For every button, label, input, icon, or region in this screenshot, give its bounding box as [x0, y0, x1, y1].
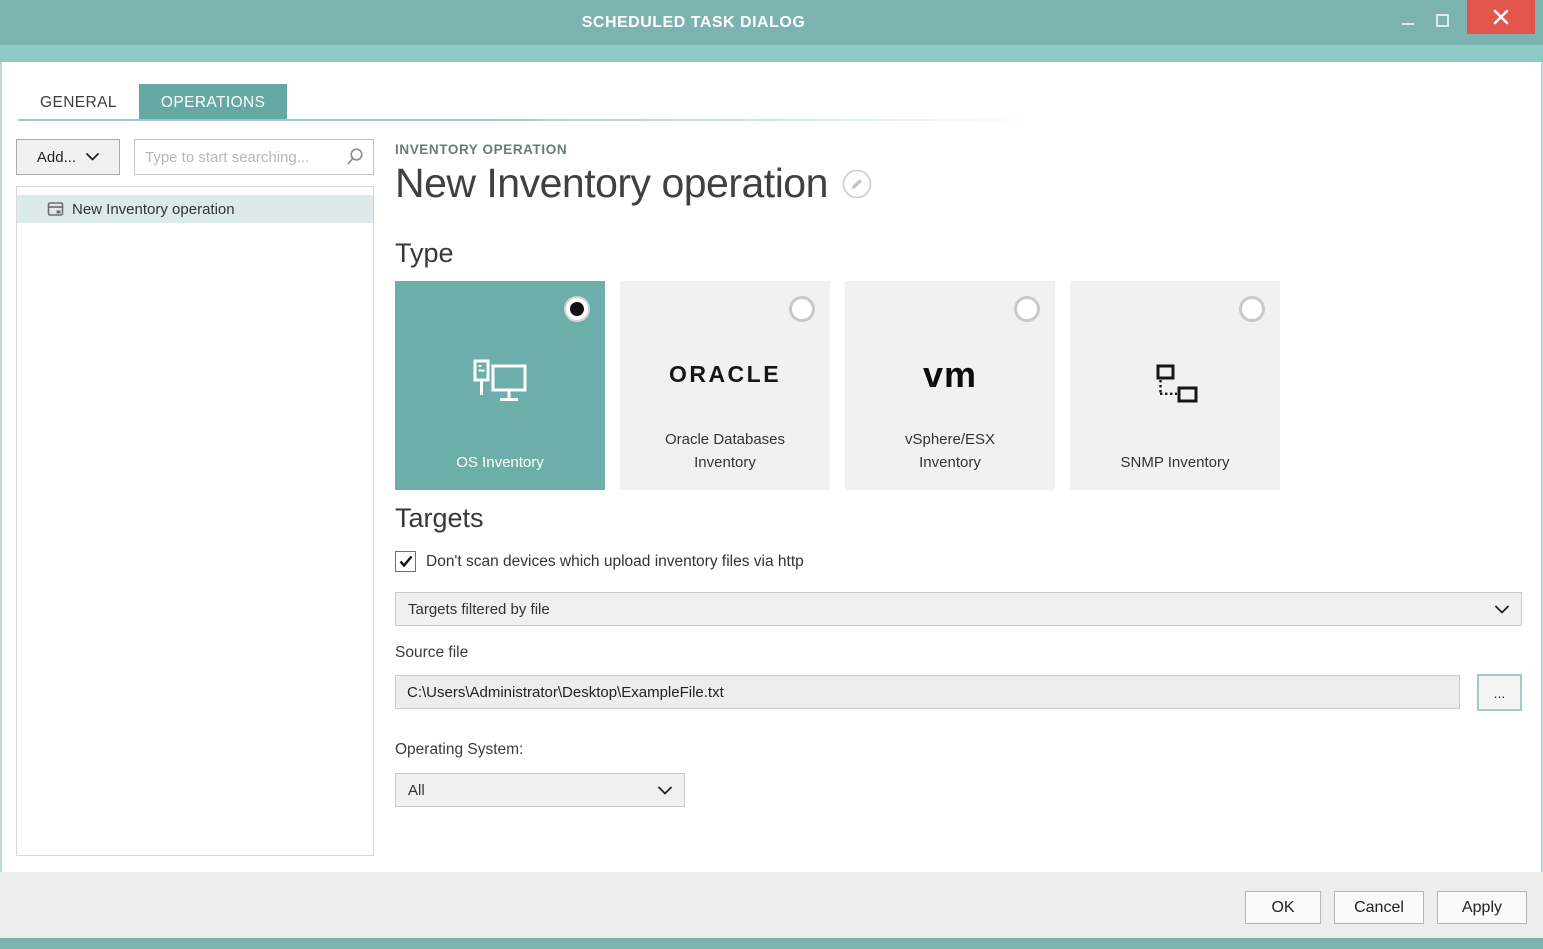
title-row: New Inventory operation — [395, 160, 872, 207]
operating-system-label: Operating System: — [395, 741, 524, 758]
radio-oracle-databases-inventory[interactable] — [789, 296, 815, 322]
section-eyebrow: INVENTORY OPERATION — [395, 142, 568, 157]
page-title: New Inventory operation — [395, 160, 828, 206]
chevron-down-icon — [1495, 605, 1509, 613]
add-button-label: Add... — [36, 148, 77, 166]
edit-icon[interactable] — [842, 169, 872, 199]
minimize-icon — [1402, 23, 1414, 25]
search-box — [134, 139, 374, 175]
type-option-os-inventory[interactable]: OS Inventory — [395, 281, 605, 490]
ok-button[interactable]: OK — [1245, 891, 1321, 924]
targets-section-heading: Targets — [395, 503, 484, 533]
os-inventory-icon — [473, 359, 527, 402]
radio-os-inventory[interactable] — [564, 296, 590, 322]
type-option-snmp-inventory[interactable]: SNMP Inventory — [1070, 281, 1280, 490]
http-upload-checkbox-row: Don't scan devices which upload inventor… — [395, 551, 804, 572]
add-button[interactable]: Add... — [16, 139, 120, 175]
tab-general[interactable]: GENERAL — [18, 84, 139, 121]
chevron-down-icon — [86, 153, 99, 161]
operation-icon — [47, 201, 64, 216]
operations-list-panel: New Inventory operation — [16, 186, 374, 856]
titlebar-accent-strip — [0, 45, 1543, 62]
window-bottom-strip — [0, 938, 1543, 949]
window-controls — [1387, 0, 1543, 45]
footer-bar: OK Cancel Apply — [0, 872, 1543, 938]
type-option-vsphere-esx-inventory[interactable]: vm vSphere/ESX Inventory — [845, 281, 1055, 490]
footer-buttons: OK Cancel Apply — [1245, 891, 1527, 924]
tab-operations[interactable]: OPERATIONS — [138, 84, 288, 121]
minimize-button[interactable] — [1391, 0, 1425, 40]
close-button[interactable] — [1467, 0, 1535, 34]
maximize-button[interactable] — [1425, 0, 1459, 40]
apply-button[interactable]: Apply — [1437, 891, 1527, 924]
search-input[interactable] — [145, 148, 345, 166]
checkmark-icon — [399, 555, 412, 568]
radio-snmp-inventory[interactable] — [1239, 296, 1265, 322]
http-upload-checkbox-label: Don't scan devices which upload inventor… — [426, 552, 804, 570]
oracle-logo: ORACLE — [668, 361, 782, 388]
operating-system-value: All — [408, 781, 425, 799]
tab-underline — [18, 119, 1148, 121]
source-file-input[interactable] — [395, 675, 1460, 709]
type-option-label: OS Inventory — [456, 453, 544, 471]
radio-vsphere-esx-inventory[interactable] — [1014, 296, 1040, 322]
chevron-down-icon — [658, 786, 672, 794]
search-icon — [347, 148, 363, 165]
source-file-label: Source file — [395, 644, 469, 661]
titlebar: SCHEDULED TASK DIALOG — [0, 0, 1543, 45]
scheduled-task-dialog: SCHEDULED TASK DIALOG GENERAL OPERATIONS… — [0, 0, 1543, 949]
maximize-icon — [1435, 13, 1449, 27]
targets-filter-dropdown[interactable]: Targets filtered by file — [395, 592, 1522, 626]
browse-button-label: ... — [1493, 684, 1506, 701]
source-file-row: ... — [395, 674, 1522, 711]
type-options: OS Inventory ORACLE Oracle Databases Inv… — [395, 281, 1280, 490]
close-icon — [1493, 9, 1509, 25]
cancel-button[interactable]: Cancel — [1334, 891, 1424, 924]
targets-filter-value: Targets filtered by file — [408, 600, 550, 618]
type-section-heading: Type — [395, 238, 454, 268]
dialog-title: SCHEDULED TASK DIALOG — [581, 13, 806, 31]
vmware-logo: vm — [922, 353, 978, 395]
tab-bar: GENERAL OPERATIONS — [18, 84, 288, 121]
http-upload-checkbox[interactable] — [395, 551, 416, 572]
window-edge-left — [0, 62, 2, 949]
type-option-oracle-databases-inventory[interactable]: ORACLE Oracle Databases Inventory — [620, 281, 830, 490]
snmp-icon — [1156, 364, 1198, 403]
operating-system-dropdown[interactable]: All — [395, 773, 685, 807]
list-item-new-inventory-operation[interactable]: New Inventory operation — [17, 195, 373, 223]
list-item-label: New Inventory operation — [72, 200, 235, 218]
type-option-label: Oracle Databases Inventory — [664, 430, 786, 471]
type-option-label: vSphere/ESX Inventory — [904, 430, 996, 471]
type-option-label: SNMP Inventory — [1120, 453, 1230, 471]
browse-button[interactable]: ... — [1477, 674, 1522, 711]
